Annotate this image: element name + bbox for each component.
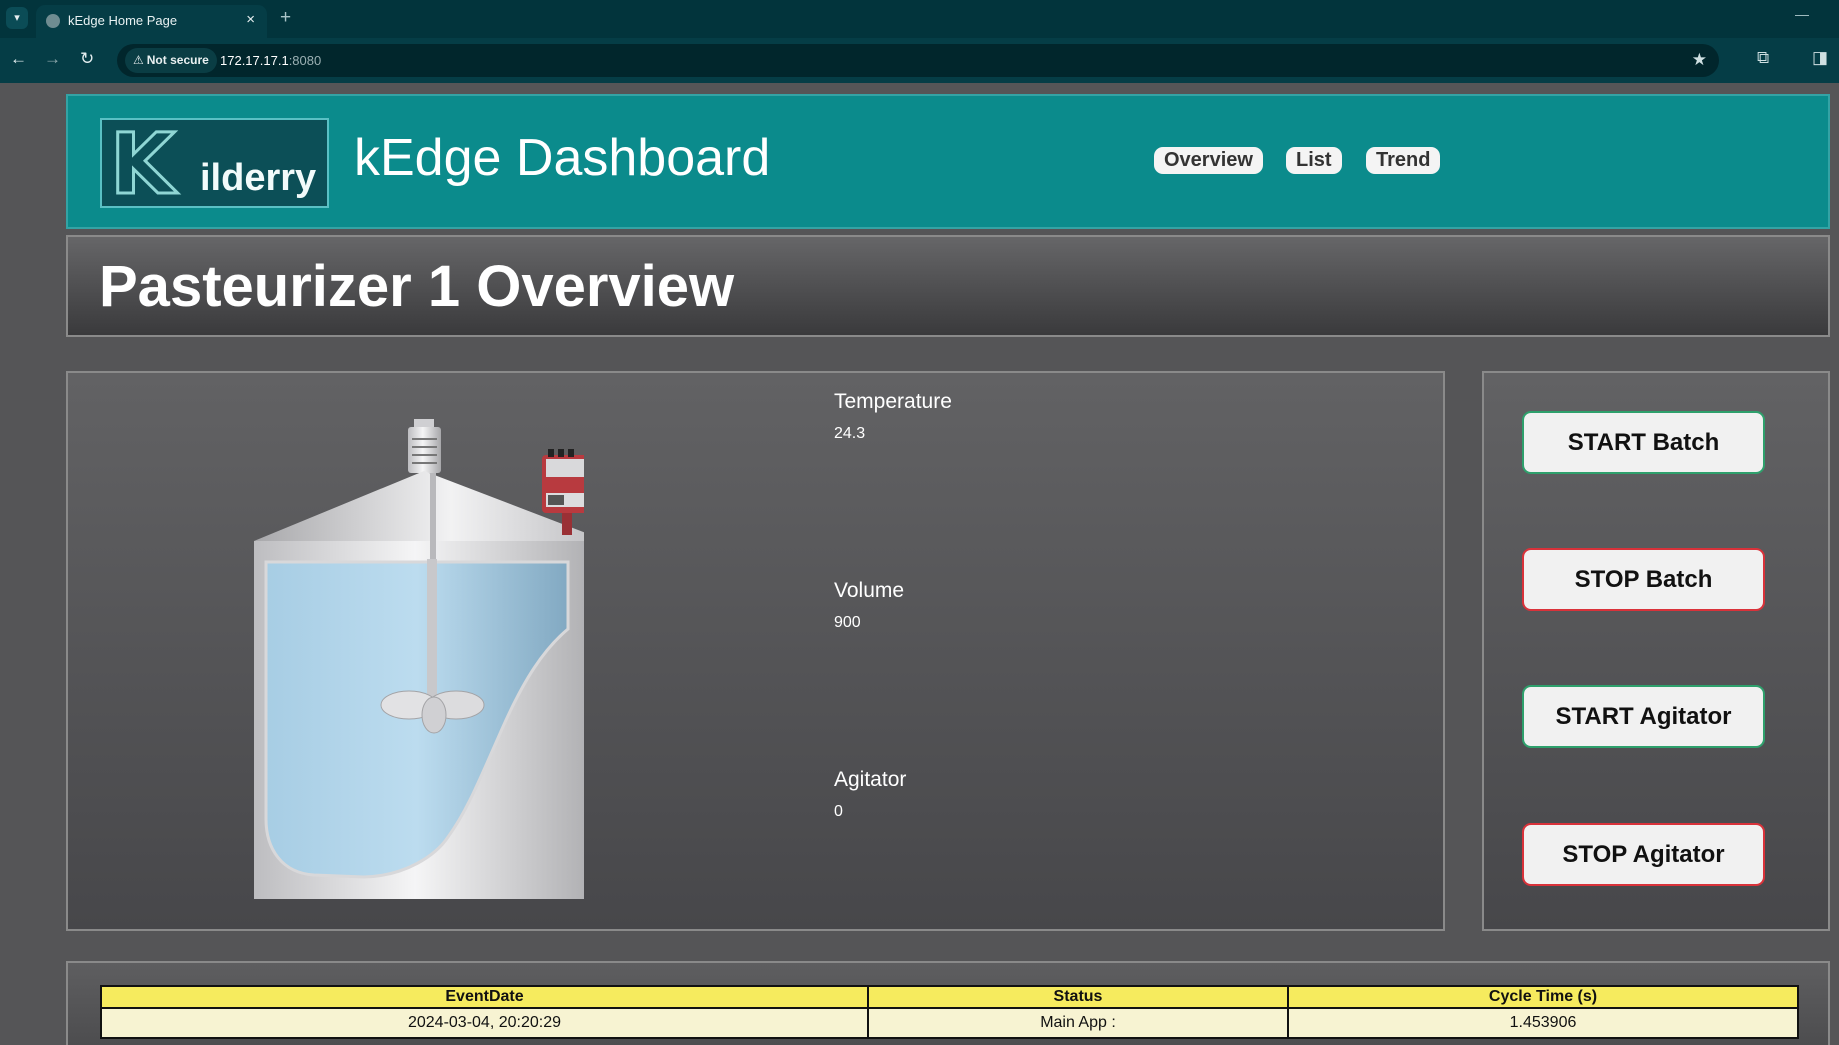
temperature-readout: Temperature 24.3 (834, 389, 952, 444)
nav-trend[interactable]: Trend (1366, 147, 1441, 174)
tab-search-icon[interactable]: ▾ (6, 7, 28, 29)
warning-icon: ⚠ (133, 53, 144, 67)
url-port: :8080 (288, 53, 322, 68)
reload-icon[interactable]: ↻ (80, 48, 94, 70)
minimize-window-icon[interactable]: — (1795, 6, 1809, 22)
extensions-icon[interactable]: ⧉ (1757, 48, 1769, 68)
tab-title: kEdge Home Page (68, 13, 178, 28)
browser-toolbar: ← → ↻ ⚠ Not secure 172.17.17.1:8080 ★ ⧉ ◨ (0, 38, 1839, 83)
tab-favicon-icon (46, 14, 60, 28)
browser-tab-bar: ▾ kEdge Home Page × + — (0, 0, 1839, 38)
volume-label: Volume (834, 579, 905, 602)
nav-list[interactable]: List (1286, 147, 1342, 174)
start-batch-button[interactable]: START Batch (1522, 411, 1765, 474)
forward-icon[interactable]: → (44, 48, 61, 70)
table-row: 2024-03-04, 20:20:29 Main App : 1.453906 (102, 1009, 1797, 1037)
agitator-value: 0 (834, 803, 843, 820)
stop-batch-button[interactable]: STOP Batch (1522, 548, 1765, 611)
agitator-readout: Agitator 0 (834, 767, 906, 822)
new-tab-button[interactable]: + (280, 7, 291, 29)
security-label: Not secure (146, 53, 209, 67)
address-bar[interactable]: ⚠ Not secure 172.17.17.1:8080 ★ (117, 44, 1719, 77)
top-motor-icon (408, 419, 441, 473)
start-agitator-button[interactable]: START Agitator (1522, 685, 1765, 748)
kilderry-logo: K ilderry (100, 118, 329, 208)
back-icon[interactable]: ← (10, 48, 27, 70)
pasteurizer-tank-graphic (254, 419, 584, 899)
table-cell-eventdate: 2024-03-04, 20:20:29 (102, 1009, 867, 1037)
browser-tab[interactable]: kEdge Home Page × (36, 5, 267, 38)
temperature-value: 24.3 (834, 425, 866, 442)
logo-letter: K (109, 115, 177, 213)
url-host: 172.17.17.1 (220, 53, 289, 68)
table-header-row: EventDate Status Cycle Time (s) (102, 987, 1797, 1007)
dashboard-header: K ilderry kEdge Dashboard Overview List … (66, 94, 1830, 229)
url-text[interactable]: 172.17.17.1:8080 (220, 53, 321, 68)
table-cell-status: Main App : (869, 1009, 1287, 1037)
stop-agitator-button[interactable]: STOP Agitator (1522, 823, 1765, 886)
volume-readout: Volume 900 (834, 578, 904, 633)
page-title: Pasteurizer 1 Overview (99, 254, 735, 319)
column-header-eventdate: EventDate (102, 987, 867, 1007)
volume-value: 900 (834, 614, 861, 631)
event-table-panel: EventDate Status Cycle Time (s) 2024-03-… (66, 961, 1830, 1045)
dashboard-title: kEdge Dashboard (354, 129, 771, 187)
bookmark-star-icon[interactable]: ★ (1692, 50, 1707, 70)
logo-word: ilderry (200, 157, 317, 199)
readouts-area: Temperature 24.3 Volume 900 Agitator 0 (744, 373, 1444, 929)
tab-close-icon[interactable]: × (246, 11, 255, 28)
nav-overview[interactable]: Overview (1154, 147, 1263, 174)
event-table: EventDate Status Cycle Time (s) 2024-03-… (100, 985, 1799, 1039)
temperature-label: Temperature (834, 390, 952, 413)
side-panel-icon[interactable]: ◨ (1812, 48, 1828, 68)
control-panel: START Batch STOP Batch START Agitator ST… (1482, 371, 1830, 931)
page-title-box: Pasteurizer 1 Overview (66, 235, 1830, 337)
process-panel: Temperature 24.3 Volume 900 Agitator 0 (66, 371, 1445, 931)
agitator-label: Agitator (834, 768, 907, 791)
column-header-cycle-time: Cycle Time (s) (1289, 987, 1797, 1007)
security-indicator[interactable]: ⚠ Not secure (125, 48, 217, 73)
table-cell-cycle-time: 1.453906 (1289, 1009, 1797, 1037)
column-header-status: Status (869, 987, 1287, 1007)
